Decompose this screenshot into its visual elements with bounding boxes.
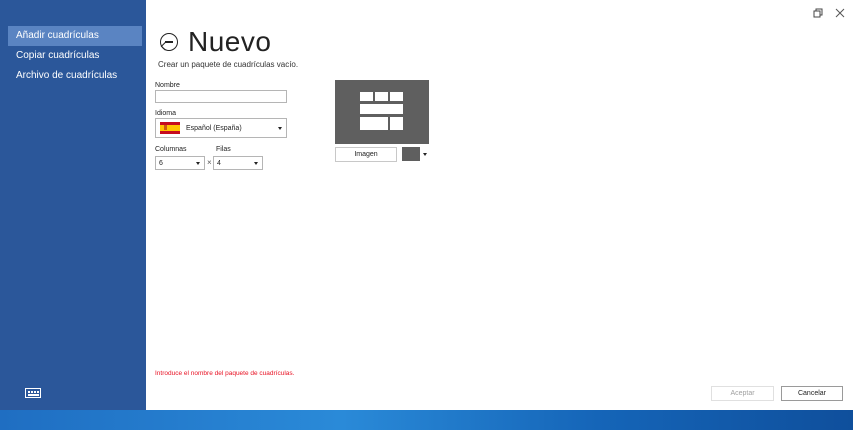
preview-tile [360,92,373,101]
rows-select[interactable]: 4 [213,156,263,170]
preview-tile [360,104,403,114]
sidebar-item-grid-file[interactable]: Archivo de cuadrículas [8,66,142,86]
sidebar-item-label: Añadir cuadrículas [16,30,99,41]
name-input[interactable] [155,90,287,103]
sidebar-item-label: Copiar cuadrículas [16,50,100,61]
page-header: Nuevo [160,26,271,58]
sidebar-item-add-grids[interactable]: Añadir cuadrículas [8,26,142,46]
chevron-down-icon [278,127,282,130]
page-title: Nuevo [188,26,272,57]
page-subtitle: Crear un paquete de cuadrículas vacío. [158,60,299,69]
sidebar: Añadir cuadrículas Copiar cuadrículas Ar… [0,0,146,410]
chevron-down-icon[interactable] [423,153,427,156]
preview-tile [390,117,403,130]
columns-label: Columnas [155,146,187,153]
language-label: Idioma [155,110,177,117]
columns-select[interactable]: 6 [155,156,205,170]
language-select[interactable]: Español (España) [155,118,287,138]
grid-preview-image [335,80,429,144]
spain-flag-icon [160,122,180,134]
back-arrow-icon[interactable] [160,33,178,51]
chevron-down-icon [196,162,200,165]
columns-value: 6 [159,159,163,167]
sidebar-item-label: Archivo de cuadrículas [16,70,118,81]
preview-tile [375,92,388,101]
language-value: Español (España) [186,124,242,132]
taskbar [0,410,853,430]
accept-button[interactable]: Aceptar [711,386,774,401]
image-button[interactable]: Imagen [335,147,397,162]
close-icon[interactable] [834,8,846,20]
rows-label: Filas [216,146,231,153]
cancel-button[interactable]: Cancelar [781,386,843,401]
chevron-down-icon [254,162,258,165]
restore-icon[interactable] [812,8,824,20]
color-picker-button[interactable] [402,147,420,161]
name-label: Nombre [155,82,180,89]
rows-value: 4 [217,159,221,167]
keyboard-icon[interactable] [25,388,41,398]
preview-tile [390,92,403,101]
preview-tile [360,117,388,130]
sidebar-item-copy-grids[interactable]: Copiar cuadrículas [8,46,142,66]
times-sign: × [207,158,212,167]
validation-error: Introduce el nombre del paquete de cuadr… [155,370,295,377]
